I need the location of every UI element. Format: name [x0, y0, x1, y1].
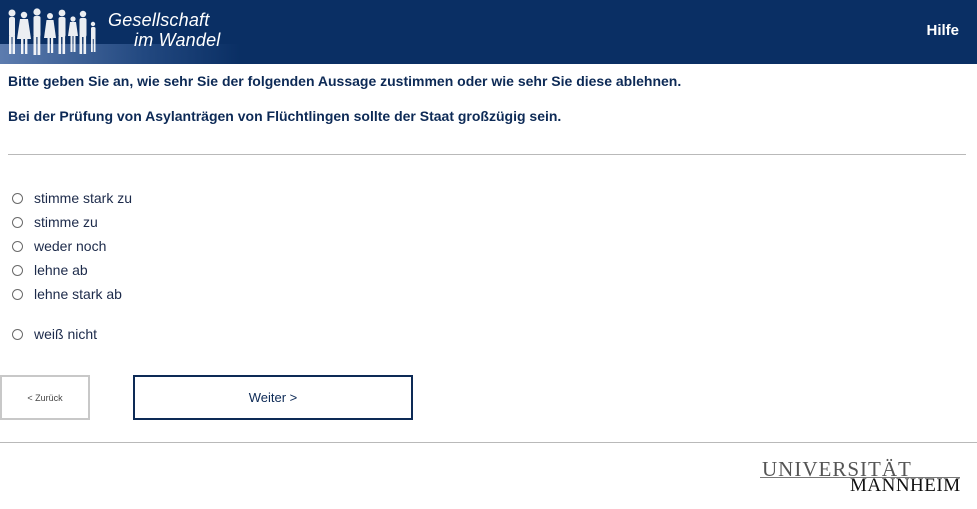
logo-line1: Gesellschaft: [108, 10, 210, 30]
radio-button[interactable]: [12, 216, 23, 228]
option-weiss-nicht[interactable]: weiß nicht: [12, 326, 97, 342]
divider: [8, 154, 966, 155]
option-label: stimme stark zu: [34, 190, 133, 206]
help-link[interactable]: Hilfe: [926, 22, 959, 39]
option-stimme-stark-zu[interactable]: stimme stark zu: [12, 190, 132, 206]
option-lehne-stark-ab[interactable]: lehne stark ab: [12, 286, 122, 302]
question-intro: Bitte geben Sie an, wie sehr Sie der fol…: [8, 73, 682, 89]
radio-button[interactable]: [12, 264, 23, 276]
universitaet-mannheim-logo: UNIVERSITÄT MANNHEIM: [760, 457, 965, 497]
logo-line2: im Wandel: [134, 30, 221, 50]
question-statement: Bei der Prüfung von Asylanträgen von Flü…: [8, 108, 562, 124]
option-lehne-ab[interactable]: lehne ab: [12, 262, 88, 278]
back-button[interactable]: < Zurück: [0, 375, 90, 420]
university-name-line2: MANNHEIM: [850, 475, 961, 496]
option-label: weiß nicht: [34, 326, 98, 342]
option-label: stimme zu: [34, 214, 98, 230]
radio-button[interactable]: [12, 328, 23, 340]
logo-text: Gesellschaft im Wandel: [108, 10, 221, 50]
option-label: weder noch: [34, 238, 107, 254]
option-weder-noch[interactable]: weder noch: [12, 238, 106, 254]
radio-button[interactable]: [12, 192, 23, 204]
option-label: lehne ab: [34, 262, 88, 278]
header-bar: Gesellschaft im Wandel Hilfe: [0, 0, 977, 64]
option-stimme-zu[interactable]: stimme zu: [12, 214, 98, 230]
option-label: lehne stark ab: [34, 286, 122, 302]
next-button[interactable]: Weiter >: [133, 375, 413, 420]
people-silhouettes-icon: [8, 8, 96, 55]
radio-button[interactable]: [12, 240, 23, 252]
footer-divider: [0, 442, 977, 443]
gesellschaft-im-wandel-logo: Gesellschaft im Wandel: [0, 0, 240, 64]
radio-button[interactable]: [12, 288, 23, 300]
